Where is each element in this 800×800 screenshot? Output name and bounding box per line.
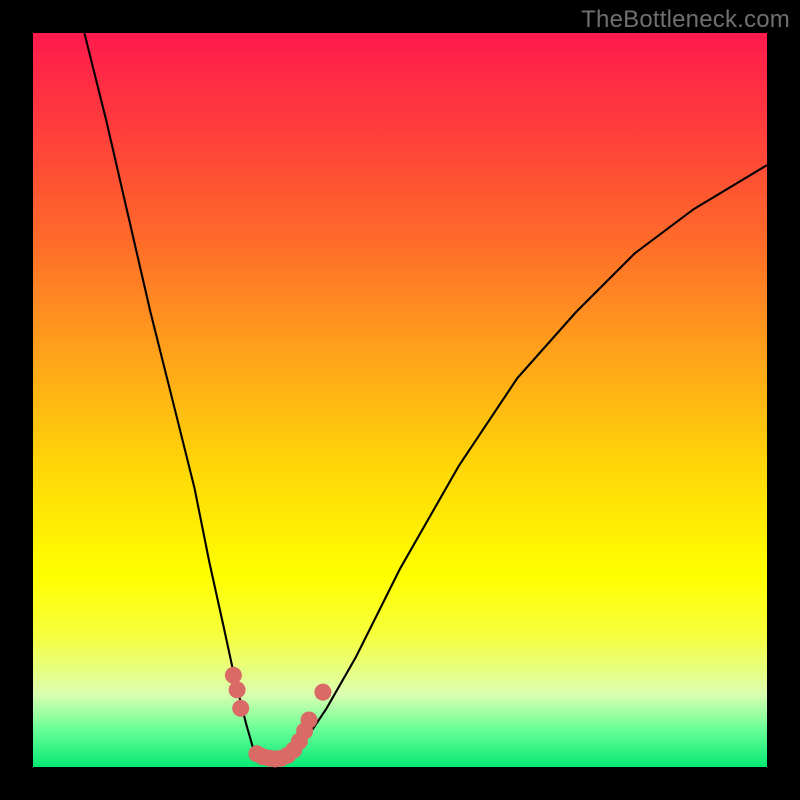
bottleneck-curve xyxy=(84,33,767,760)
watermark-text: TheBottleneck.com xyxy=(581,6,790,34)
curve-marker xyxy=(301,712,318,729)
curve-marker xyxy=(232,700,249,717)
chart-frame: TheBottleneck.com xyxy=(0,0,800,800)
curve-markers xyxy=(225,667,332,768)
curve-marker xyxy=(314,684,331,701)
plot-area xyxy=(33,33,767,767)
curve-marker xyxy=(225,667,242,684)
curve-marker xyxy=(229,681,246,698)
chart-svg xyxy=(33,33,767,767)
